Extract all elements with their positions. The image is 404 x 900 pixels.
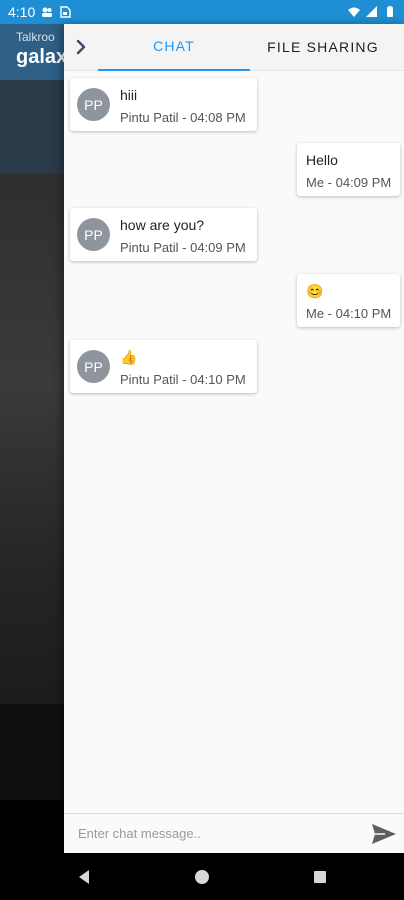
chevron-right-icon (76, 39, 86, 55)
tab-bar: CHAT FILE SHARING (64, 24, 404, 71)
notification-icon (42, 7, 53, 17)
avatar: PP (77, 218, 110, 251)
message-item: Hello Me - 04:09 PM (297, 143, 400, 196)
message-meta: Pintu Patil - 04:10 PM (120, 372, 246, 387)
message-meta: Me - 04:10 PM (306, 306, 392, 321)
message-meta: Pintu Patil - 04:09 PM (120, 240, 246, 255)
signal-icon (366, 6, 377, 17)
back-icon (79, 869, 89, 884)
message-list: PP hiii Pintu Patil - 04:08 PM Hello Me … (64, 72, 404, 812)
chat-message-input[interactable] (64, 814, 364, 853)
message-text: 👍 (120, 349, 138, 365)
sim-icon (60, 6, 71, 18)
home-icon (195, 869, 209, 884)
message-text: how are you? (120, 217, 205, 233)
back-button[interactable] (64, 857, 104, 897)
status-bar: 4:10 (0, 0, 404, 24)
wifi-icon (348, 7, 360, 17)
avatar: PP (77, 88, 110, 121)
recents-button[interactable] (300, 857, 340, 897)
message-item: 😊 Me - 04:10 PM (297, 274, 400, 327)
message-meta: Me - 04:09 PM (306, 175, 392, 190)
message-item: PP how are you? Pintu Patil - 04:09 PM (70, 208, 257, 261)
message-text: hiii (120, 87, 138, 103)
system-nav-bar (0, 853, 404, 900)
battery-icon (387, 6, 393, 17)
collapse-drawer-button[interactable] (64, 24, 98, 71)
message-item: PP 👍 Pintu Patil - 04:10 PM (70, 340, 257, 393)
send-icon (372, 823, 396, 844)
message-item: PP hiii Pintu Patil - 04:08 PM (70, 78, 257, 131)
chat-drawer: CHAT FILE SHARING PP hiii Pintu Patil - … (64, 24, 404, 853)
home-button[interactable] (182, 857, 222, 897)
chat-input-bar (64, 813, 404, 853)
send-button[interactable] (364, 815, 404, 853)
message-text: 😊 (306, 283, 324, 299)
message-text: Hello (306, 152, 338, 168)
status-time: 4:10 (8, 4, 36, 20)
tab-file-sharing[interactable]: FILE SHARING (250, 24, 404, 71)
recents-icon (314, 870, 326, 883)
tab-chat[interactable]: CHAT (98, 24, 250, 71)
avatar: PP (77, 350, 110, 383)
message-meta: Pintu Patil - 04:08 PM (120, 110, 246, 125)
